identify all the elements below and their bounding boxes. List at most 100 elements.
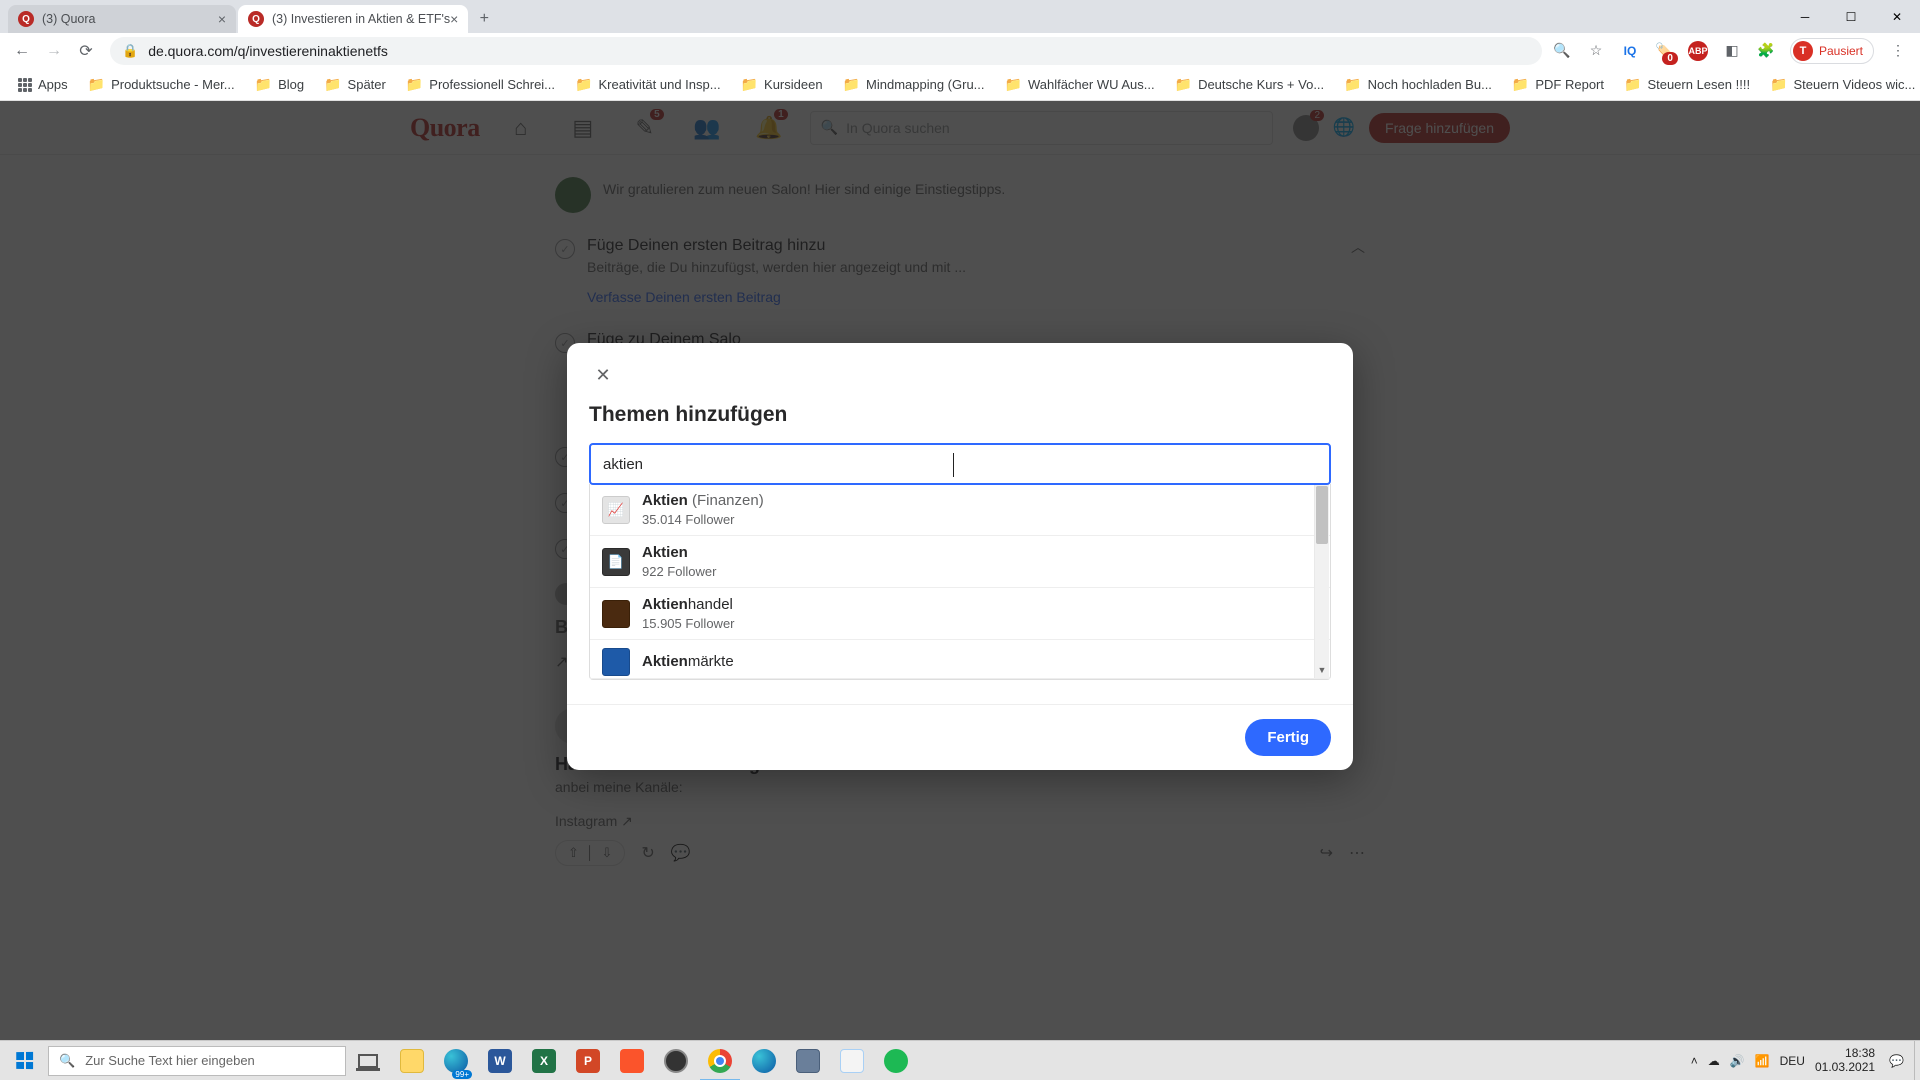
obs-icon [664,1049,688,1073]
chrome-icon [708,1049,732,1073]
new-tab-button[interactable]: + [470,5,498,33]
folder-icon: 📁 [88,76,105,93]
tray-notifications-icon[interactable]: 💬 [1889,1054,1904,1068]
address-bar[interactable]: 🔒 de.quora.com/q/investiereninaktienetfs [110,37,1542,65]
folder-icon: 📁 [1005,76,1022,93]
bookmark-item[interactable]: 📁Mindmapping (Gru... [835,72,993,97]
bookmark-star-icon[interactable]: ☆ [1586,41,1606,61]
tray-language[interactable]: DEU [1780,1054,1805,1068]
window-minimize[interactable]: ─ [1782,0,1828,33]
task-view-button[interactable] [346,1041,390,1080]
bookmark-item[interactable]: 📁Wahlfächer WU Aus... [997,72,1163,97]
folder-icon: 📁 [1624,76,1641,93]
nav-forward-button[interactable]: → [40,37,68,65]
bookmark-item[interactable]: 📁Noch hochladen Bu... [1336,72,1500,97]
taskbar-app-1[interactable] [786,1041,830,1080]
scrollbar-thumb[interactable] [1316,486,1328,544]
suggestion-followers: 922 Follower [642,564,716,579]
bookmark-item[interactable]: 📁Später [316,72,394,97]
notepad-icon [840,1049,864,1073]
taskbar-notepad[interactable] [830,1041,874,1080]
text-cursor [953,453,954,477]
bookmark-item[interactable]: 📁Blog [247,72,312,97]
address-bar-row: ← → ⟳ 🔒 de.quora.com/q/investiereninakti… [0,33,1920,69]
system-tray: ˄ ☁ 🔊 📶 DEU 18:38 01.03.2021 💬 [1691,1047,1914,1075]
ppt-icon: P [576,1049,600,1073]
suggestion-item[interactable]: Aktienmärkte [590,640,1330,679]
taskbar-spotify[interactable] [874,1041,918,1080]
browser-tab-1[interactable]: Q (3) Investieren in Aktien & ETF's × [238,5,468,33]
topic-thumb-icon [602,648,630,676]
taskbar-powerpoint[interactable]: P [566,1041,610,1080]
taskbar-edge[interactable]: 99+ [434,1041,478,1080]
nav-back-button[interactable]: ← [8,37,36,65]
taskbar-obs[interactable] [654,1041,698,1080]
bookmark-item[interactable]: 📁Professionell Schrei... [398,72,563,97]
browser-tab-0[interactable]: Q (3) Quora × [8,5,236,33]
taskbar-word[interactable]: W [478,1041,522,1080]
folder-icon: 📁 [575,76,592,93]
topic-thumb-icon: 📄 [602,548,630,576]
window-controls: ─ ☐ ✕ [1782,0,1920,33]
extension-abp-icon[interactable]: ABP [1688,41,1708,61]
folder-icon: 📁 [255,76,272,93]
suggestions-scrollbar[interactable]: ▲ ▼ [1314,485,1329,678]
modal-close-button[interactable]: ✕ [589,361,617,389]
taskbar-edge-2[interactable] [742,1041,786,1080]
extension-misc-icon[interactable]: ◧ [1722,41,1742,61]
suggestion-item[interactable]: 📈 Aktien (Finanzen) 35.014 Follower [590,484,1330,536]
bookmark-item[interactable]: 📁Steuern Videos wic... [1762,72,1920,97]
tray-onedrive-icon[interactable]: ☁ [1708,1054,1720,1068]
taskbar-search-placeholder: Zur Suche Text hier eingeben [85,1053,255,1068]
tab-close-icon[interactable]: × [450,11,458,27]
tab-close-icon[interactable]: × [218,11,226,27]
taskbar-chrome[interactable] [698,1041,742,1080]
word-icon: W [488,1049,512,1073]
bookmark-item[interactable]: 📁Produktsuche - Mer... [80,72,243,97]
tray-clock[interactable]: 18:38 01.03.2021 [1815,1047,1879,1075]
add-topics-modal: ✕ Themen hinzufügen aktien 📈 Aktien (Fin… [567,343,1353,770]
edge-icon [752,1049,776,1073]
suggestion-item[interactable]: Aktienhandel 15.905 Follower [590,588,1330,640]
modal-overlay[interactable]: ✕ Themen hinzufügen aktien 📈 Aktien (Fin… [0,101,1920,1040]
taskbar-explorer[interactable] [390,1041,434,1080]
folder-icon: 📁 [1175,76,1192,93]
tray-chevron-icon[interactable]: ˄ [1691,1054,1698,1068]
bookmark-item[interactable]: 📁Kreativität und Insp... [567,72,729,97]
profile-chip[interactable]: T Pausiert [1790,38,1874,64]
extension-tag-icon[interactable]: 🏷️0 [1654,41,1674,61]
folder-icon: 📁 [1770,76,1787,93]
bookmark-item[interactable]: 📁PDF Report [1504,72,1612,97]
window-maximize[interactable]: ☐ [1828,0,1874,33]
bookmark-item[interactable]: 📁Deutsche Kurs + Vo... [1167,72,1333,97]
tray-volume-icon[interactable]: 🔊 [1730,1054,1745,1068]
tab-title: (3) Investieren in Aktien & ETF's [272,12,450,26]
extensions-puzzle-icon[interactable]: 🧩 [1756,41,1776,61]
extension-iq-icon[interactable]: IQ [1620,41,1640,61]
folder-icon: 📁 [1512,76,1529,93]
start-button[interactable] [0,1041,48,1080]
topic-search-input[interactable]: aktien [589,443,1331,485]
lock-icon: 🔒 [122,43,138,59]
quora-favicon: Q [18,11,34,27]
window-close[interactable]: ✕ [1874,0,1920,33]
file-explorer-icon [400,1049,424,1073]
taskbar-brave[interactable] [610,1041,654,1080]
bookmark-item[interactable]: 📁Steuern Lesen !!!! [1616,72,1758,97]
suggestion-item[interactable]: 📄 Aktien 922 Follower [590,536,1330,588]
scroll-down-icon[interactable]: ▼ [1315,662,1329,678]
tray-wifi-icon[interactable]: 📶 [1755,1054,1770,1068]
excel-icon: X [532,1049,556,1073]
zoom-icon[interactable]: 🔍 [1552,41,1572,61]
windows-taskbar: 🔍 Zur Suche Text hier eingeben 99+ W X P… [0,1040,1920,1080]
done-button[interactable]: Fertig [1245,719,1331,756]
show-desktop-button[interactable] [1914,1041,1920,1080]
taskbar-excel[interactable]: X [522,1041,566,1080]
taskbar-search[interactable]: 🔍 Zur Suche Text hier eingeben [48,1046,346,1076]
profile-avatar-icon: T [1793,41,1813,61]
bookmark-apps[interactable]: Apps [10,73,76,96]
bookmark-item[interactable]: 📁Kursideen [733,72,831,97]
topic-suggestions: 📈 Aktien (Finanzen) 35.014 Follower 📄 Ak… [589,484,1331,680]
nav-reload-button[interactable]: ⟳ [72,37,100,65]
browser-menu-icon[interactable]: ⋮ [1888,41,1908,61]
